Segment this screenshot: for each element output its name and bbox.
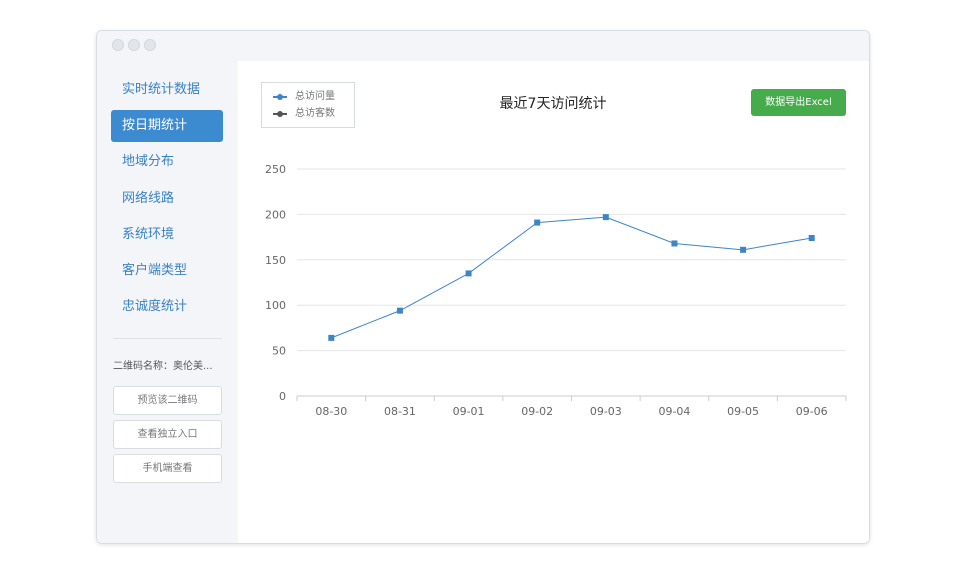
maximize-window-button[interactable]: [144, 39, 156, 51]
line-chart: 0 50 100 150 200 250 08-30 08-31 09-01 09-02 09-0…: [265, 163, 847, 418]
data-point: [740, 246, 747, 253]
y-tick-label: 100: [265, 299, 286, 312]
y-tick-label: 0: [279, 390, 286, 403]
preview-qr-button[interactable]: 预览该二维码: [113, 386, 222, 415]
y-tick-label: 150: [265, 254, 286, 267]
mobile-view-button[interactable]: 手机端查看: [113, 454, 222, 483]
app-window: 实时统计数据 按日期统计 地域分布 网络线路 系统环境 客户端类型 忠诚度统计 …: [96, 30, 870, 544]
sidebar-item-network[interactable]: 网络线路: [111, 183, 223, 215]
x-tick-label: 09-06: [796, 405, 828, 418]
y-tick-label: 50: [272, 345, 286, 358]
x-tick-label: 09-02: [521, 405, 553, 418]
x-tick-label: 09-03: [590, 405, 622, 418]
x-tick-label: 08-31: [384, 405, 416, 418]
view-entry-button[interactable]: 查看独立入口: [113, 420, 222, 449]
data-point: [602, 214, 609, 221]
data-point: [808, 235, 815, 242]
main-panel: 总访问量 总访客数 最近7天访问统计 数据导出Excel 0 50 100 150 20…: [238, 61, 869, 543]
data-point: [465, 270, 472, 277]
series-line-0: [331, 216, 812, 339]
data-point: [328, 334, 335, 341]
y-tick-label: 250: [265, 163, 286, 176]
data-point: [396, 307, 403, 314]
data-point: [534, 219, 541, 226]
x-tick-label: 09-04: [658, 405, 690, 418]
data-point: [671, 240, 678, 247]
sidebar-item-loyalty[interactable]: 忠诚度统计: [111, 291, 223, 323]
sidebar-item-region[interactable]: 地域分布: [111, 146, 223, 178]
sidebar-item-realtime[interactable]: 实时统计数据: [111, 74, 223, 106]
x-tick-label: 09-01: [453, 405, 485, 418]
minimize-window-button[interactable]: [128, 39, 140, 51]
close-window-button[interactable]: [112, 39, 124, 51]
sidebar-divider: [113, 338, 222, 339]
x-tick-label: 09-05: [727, 405, 759, 418]
sidebar-item-system[interactable]: 系统环境: [111, 219, 223, 251]
title-bar: [97, 31, 869, 61]
y-tick-label: 200: [265, 208, 286, 221]
qr-code-name: 二维码名称：奥伦美...: [113, 361, 213, 372]
x-tick-label: 08-30: [315, 405, 347, 418]
sidebar-item-by-date[interactable]: 按日期统计: [111, 110, 223, 142]
sidebar: 实时统计数据 按日期统计 地域分布 网络线路 系统环境 客户端类型 忠诚度统计 …: [97, 61, 238, 543]
sidebar-item-client-type[interactable]: 客户端类型: [111, 255, 223, 287]
